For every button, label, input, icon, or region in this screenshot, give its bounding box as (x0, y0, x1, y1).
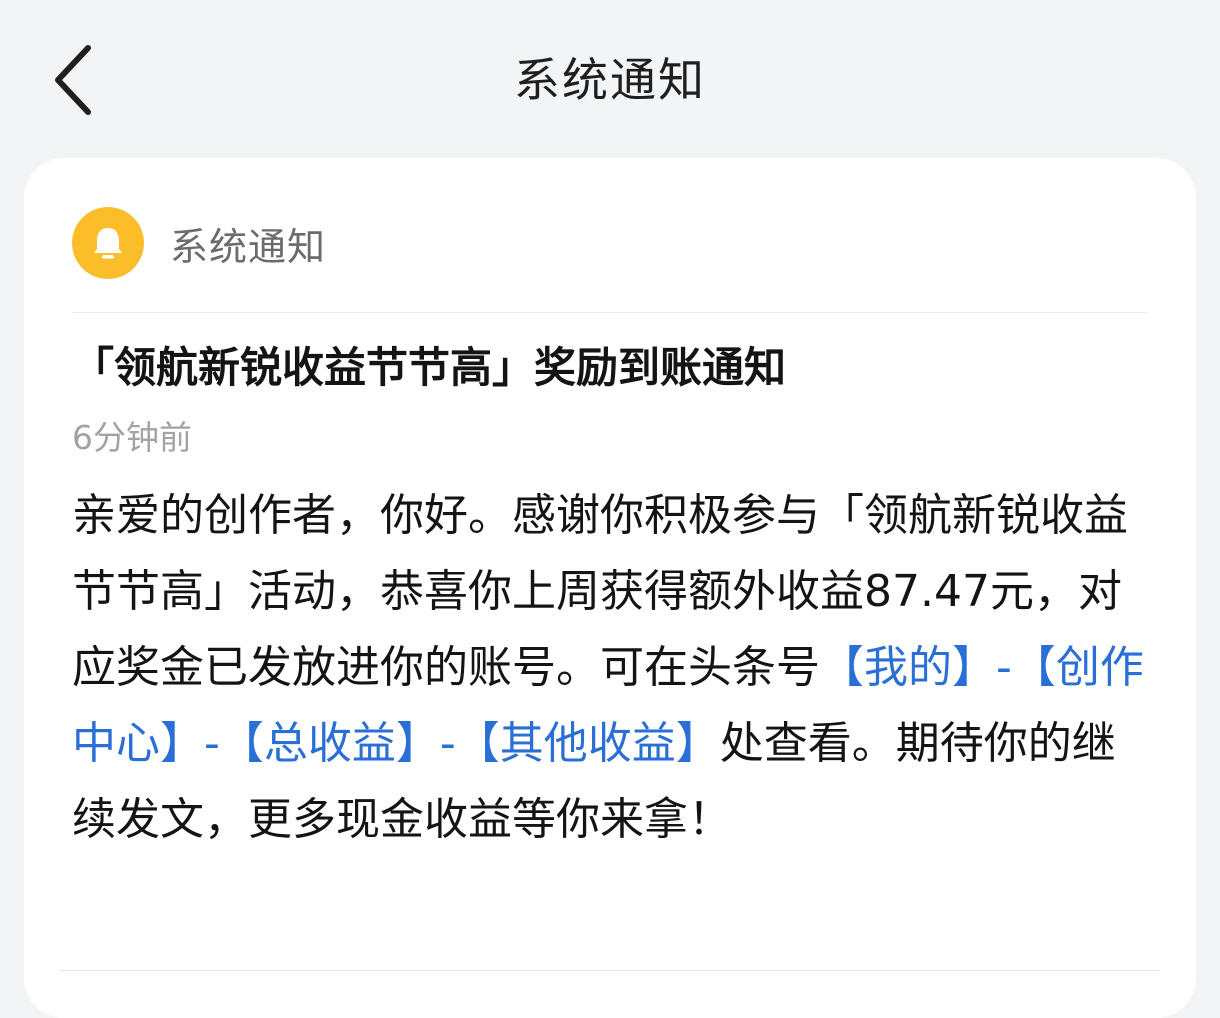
sender-name: 系统通知 (170, 224, 327, 269)
page-title: 系统通知 (514, 53, 706, 107)
divider (72, 312, 1148, 313)
notification-card[interactable]: 系统通知 「领航新锐收益节节高」奖励到账通知 6分钟前 亲爱的创作者，你好。感谢… (24, 158, 1196, 1018)
top-bar: 系统通知 (0, 0, 1220, 160)
message-timestamp: 6分钟前 (72, 418, 192, 457)
link-separator: - (996, 642, 1012, 693)
sender-row: 系统通知 (72, 206, 326, 280)
bell-icon (94, 228, 122, 259)
link-separator: - (439, 718, 456, 769)
link-separator: - (204, 718, 220, 769)
link-total-income[interactable]: 【总收益】 (220, 718, 440, 769)
link-my[interactable]: 【我的】 (820, 642, 996, 693)
sender-avatar (72, 207, 144, 279)
link-other-income[interactable]: 【其他收益】 (456, 718, 720, 769)
message-title: 「领航新锐收益节节高」奖励到账通知 (72, 343, 787, 392)
message-body: 亲爱的创作者，你好。感谢你积极参与「领航新锐收益节节高」活动，恭喜你上周获得额外… (72, 478, 1148, 858)
divider (60, 970, 1160, 971)
